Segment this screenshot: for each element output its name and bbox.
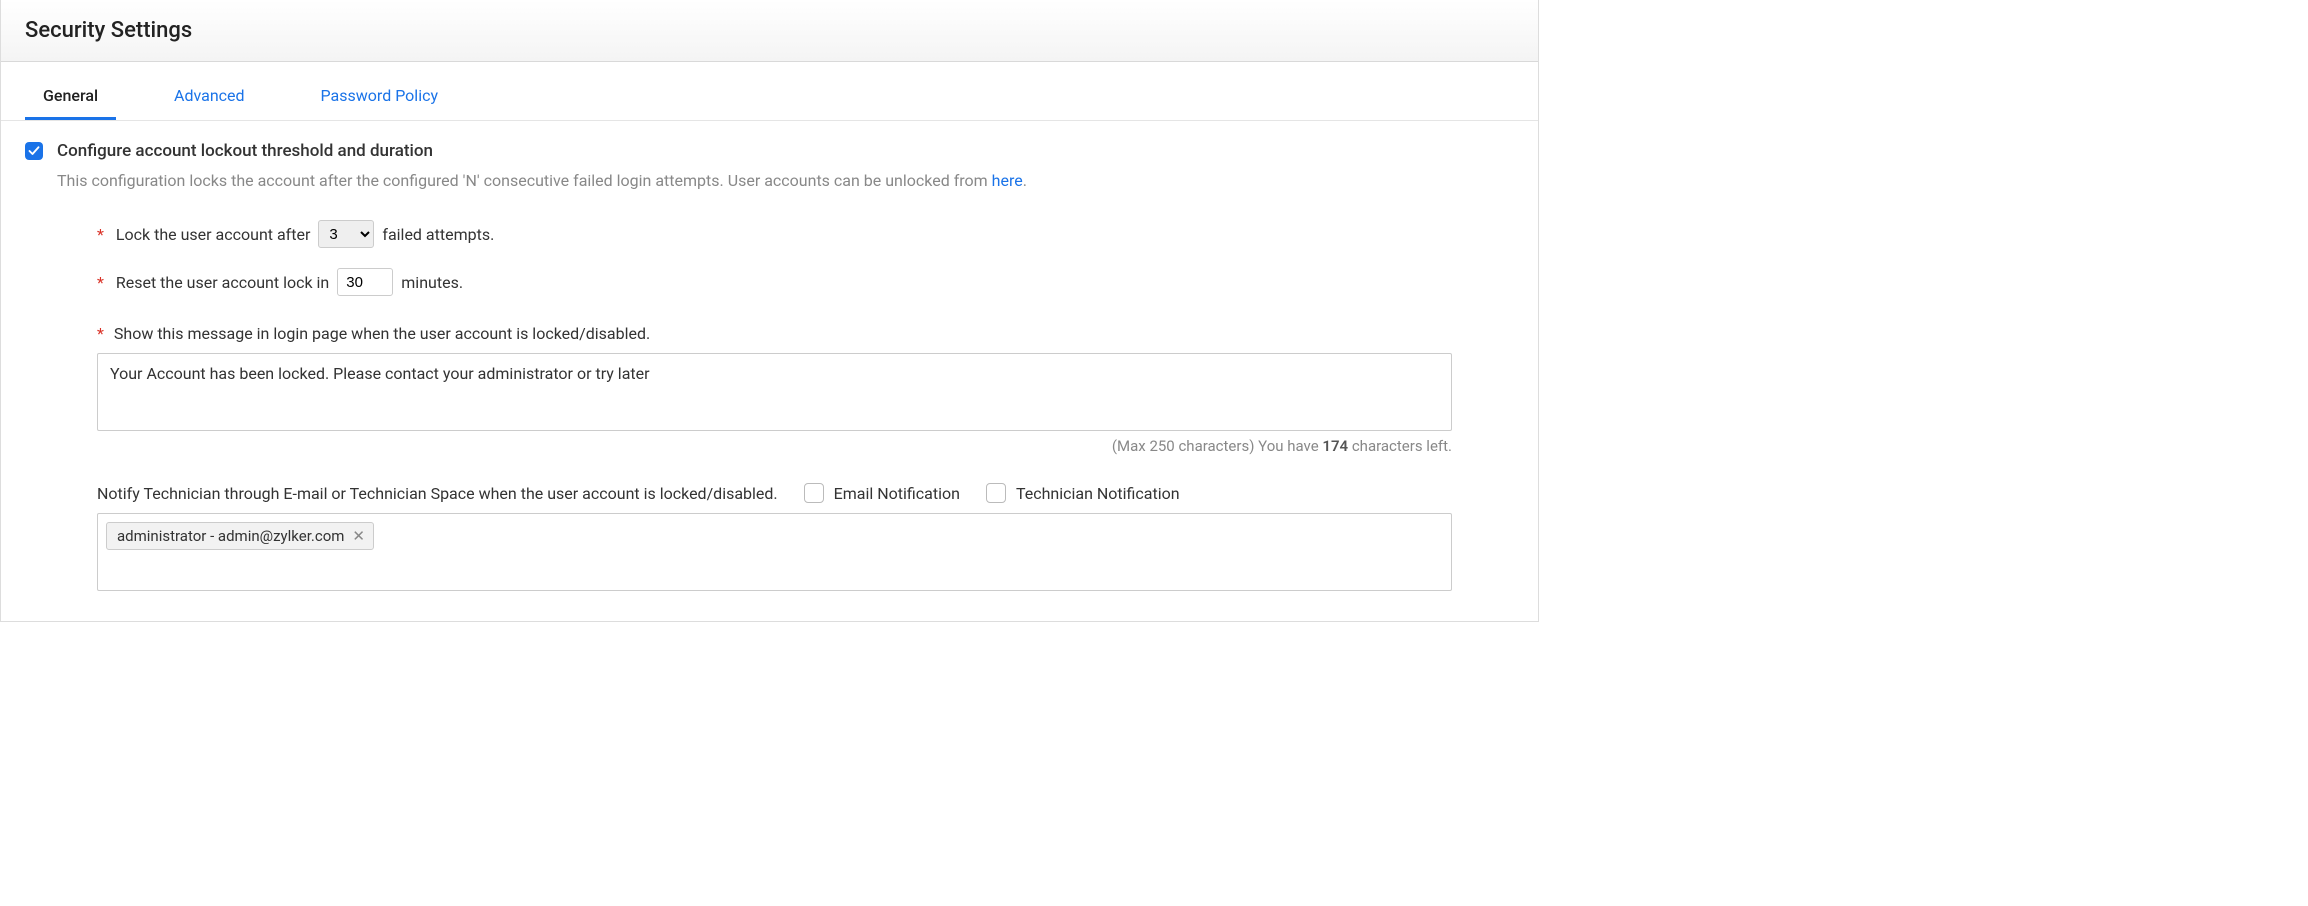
email-notification-checkbox[interactable] xyxy=(804,483,824,503)
check-icon xyxy=(28,145,40,157)
lock-after-label-after: failed attempts. xyxy=(382,225,494,244)
tabs: General Advanced Password Policy xyxy=(1,76,1538,121)
unlock-here-link[interactable]: here xyxy=(992,171,1023,190)
lockout-description: This configuration locks the account aft… xyxy=(57,171,1514,190)
recipient-tag-label: administrator - admin@zylker.com xyxy=(117,527,344,545)
locked-message-textarea[interactable] xyxy=(97,353,1452,431)
tab-general[interactable]: General xyxy=(25,76,116,120)
reset-label-before: Reset the user account lock in xyxy=(116,273,329,292)
page-title: Security Settings xyxy=(25,18,1514,43)
tab-advanced[interactable]: Advanced xyxy=(156,76,263,120)
lock-after-row: * Lock the user account after 3 failed a… xyxy=(97,220,1514,248)
recipient-tag: administrator - admin@zylker.com ✕ xyxy=(106,522,374,550)
required-asterisk: * xyxy=(97,324,104,343)
technician-notification-checkbox[interactable] xyxy=(986,483,1006,503)
recipients-input[interactable]: administrator - admin@zylker.com ✕ xyxy=(97,513,1452,591)
technician-notification-label: Technician Notification xyxy=(1016,484,1180,503)
content: Configure account lockout threshold and … xyxy=(1,121,1538,621)
notify-label: Notify Technician through E-mail or Tech… xyxy=(97,484,778,503)
lock-attempts-select[interactable]: 3 xyxy=(318,220,374,248)
char-count-info: (Max 250 characters) You have 174 charac… xyxy=(97,437,1452,455)
tab-password-policy[interactable]: Password Policy xyxy=(303,76,456,120)
chars-left-count: 174 xyxy=(1322,437,1348,455)
lock-after-label-before: Lock the user account after xyxy=(116,225,311,244)
lockout-checkbox-label: Configure account lockout threshold and … xyxy=(57,141,433,161)
reset-minutes-input[interactable] xyxy=(337,268,393,296)
locked-message-label: Show this message in login page when the… xyxy=(114,324,650,343)
lockout-checkbox[interactable] xyxy=(25,142,43,160)
required-asterisk: * xyxy=(97,225,104,244)
remove-tag-icon[interactable]: ✕ xyxy=(352,527,365,545)
reset-lock-row: * Reset the user account lock in minutes… xyxy=(97,268,1514,296)
reset-label-after: minutes. xyxy=(401,273,463,292)
email-notification-label: Email Notification xyxy=(834,484,960,503)
required-asterisk: * xyxy=(97,273,104,292)
page-header: Security Settings xyxy=(1,0,1538,62)
